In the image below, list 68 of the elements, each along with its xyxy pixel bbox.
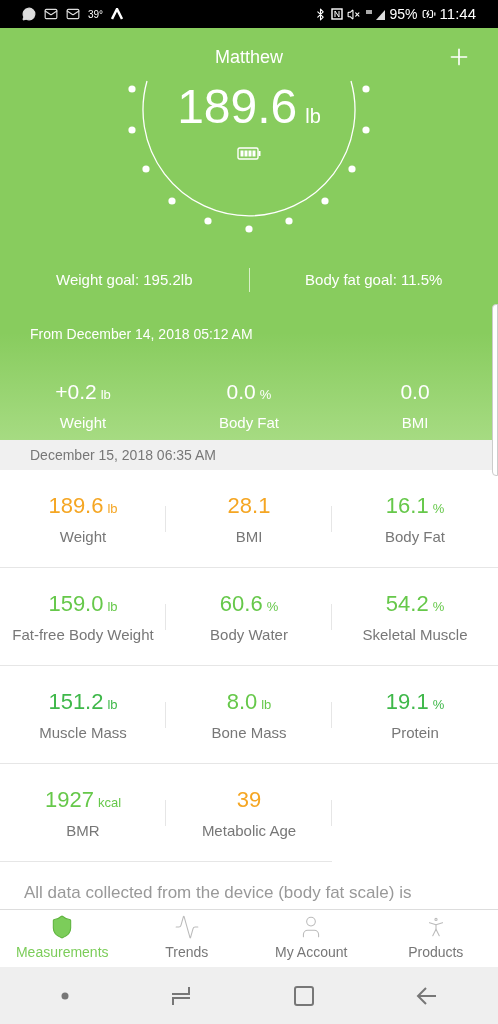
metric-value: 159.0 [48,589,104,618]
metric-label: Bone Mass [211,722,287,743]
recent-apps-icon[interactable] [169,984,192,1007]
metric-label: Body Fat [385,526,445,547]
change-label: Body Fat [219,412,279,433]
metric-unit: % [432,695,445,714]
metric-label: Body Water [210,624,288,645]
metric-label: Fat-free Body Weight [12,624,154,645]
metric-value: 28.1 [227,491,271,520]
metric-label: BMI [235,526,263,547]
metric-label: Metabolic Age [201,820,297,841]
nav-tab[interactable]: Products [373,910,498,967]
mail-icon [44,7,58,21]
metric-unit: % [432,597,445,616]
chat-icon [22,7,36,21]
temperature: 39° [88,7,104,22]
metric-value: 151.2 [48,687,104,716]
metric-value: 189.6 [48,491,104,520]
metric-unit: lb [107,695,118,714]
metric-value: 19.1 [385,687,429,716]
change-label: BMI [401,412,429,433]
metric-value: 54.2 [385,589,429,618]
metric-label: Weight [59,526,107,547]
battery-icon [237,147,261,160]
app-logo-icon [111,8,124,20]
nav-tab[interactable]: Trends [124,910,249,967]
metric-value: 8.0 [226,687,258,716]
change-unit: % [259,386,272,404]
metric-label: Skeletal Muscle [362,624,468,645]
metric-value: 1927 [44,785,94,814]
mute-icon [346,7,360,21]
metric-unit: lb [107,597,118,616]
metric-label: BMR [66,820,100,841]
user-name: Matthew [215,46,283,69]
comparison-date: From December 14, 2018 05:12 AM [30,326,253,342]
change-value: 0.0 [400,379,430,405]
metric-value: 39 [236,785,262,814]
metric-unit: kcal [97,793,122,812]
nav-tab[interactable]: My Account [249,910,374,967]
metric-unit: % [432,499,445,518]
edge-panel-handle[interactable] [492,304,498,476]
metric-label: Protein [391,722,439,743]
change-value: +0.2 [55,379,97,405]
battery-percent: 95% [389,4,418,24]
weight-unit: lb [305,104,321,129]
body-fat-goal: Body fat goal: 11.5% [305,269,443,290]
nfc-icon [330,8,343,20]
dot-icon[interactable] [60,991,69,1000]
change-value: 0.0 [226,379,256,405]
metric-unit: lb [107,499,118,518]
home-icon[interactable] [292,984,315,1007]
metric-value: 16.1 [385,491,429,520]
metric-unit: % [266,597,279,616]
signal-icon [363,8,386,20]
mail-icon [66,7,80,21]
battery-icon [421,7,436,21]
metric-unit: lb [261,695,272,714]
metric-value: 60.6 [219,589,263,618]
clock: 11:44 [439,3,476,24]
measurement-date: December 15, 2018 06:35 AM [30,445,216,465]
weight-goal: Weight goal: 195.2lb [56,269,193,290]
back-icon[interactable] [415,984,438,1007]
disclaimer-text: All data collected from the device (body fat scale) is [24,882,413,904]
change-unit: lb [100,386,111,404]
pulse-icon [173,914,200,940]
weight-reading: 189.6 [177,83,298,131]
metric-label: Muscle Mass [39,722,127,743]
change-label: Weight [59,412,107,433]
